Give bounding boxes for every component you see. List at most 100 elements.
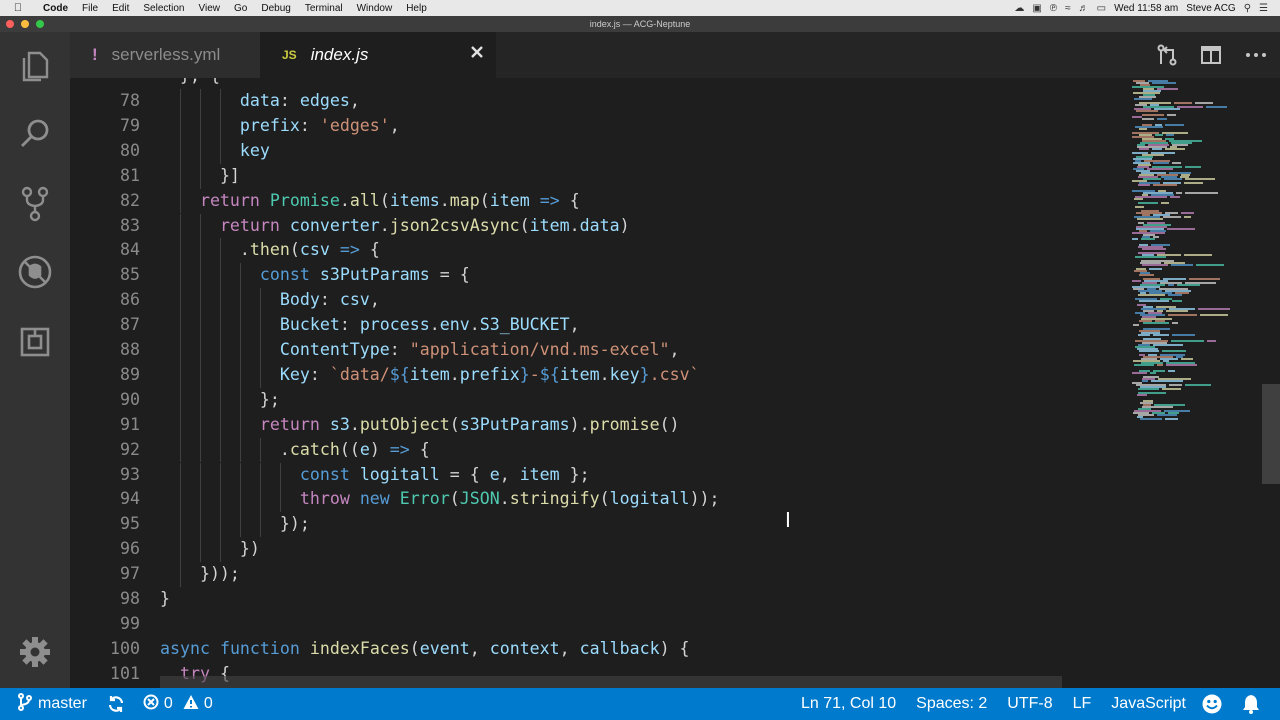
creative-cloud-icon[interactable]: ☁: [1014, 3, 1024, 14]
indent-guide: [219, 412, 221, 438]
volume-icon[interactable]: ♬: [1079, 3, 1089, 14]
zoom-window-button[interactable]: [36, 20, 44, 28]
code-line[interactable]: }): [240, 537, 260, 562]
code-line[interactable]: ContentType: "application/vnd.ms-excel",: [280, 338, 680, 363]
end-of-line-status[interactable]: LF: [1073, 695, 1092, 713]
code-line[interactable]: }: [160, 587, 170, 612]
error-count: 0: [163, 695, 173, 712]
code-token: return: [219, 215, 290, 235]
indent-guide: [179, 89, 181, 114]
notification-center-icon[interactable]: ☰: [1259, 3, 1268, 14]
open-changes-icon[interactable]: [1156, 44, 1178, 71]
minimap-line: [1181, 358, 1193, 360]
menu-window[interactable]: Window: [350, 3, 400, 14]
screen-record-icon[interactable]: ▣: [1032, 3, 1041, 14]
code-token: .: [429, 315, 440, 335]
bluetooth-icon[interactable]: ℗: [1050, 3, 1057, 14]
code-token: Error: [399, 489, 450, 509]
minimize-window-button[interactable]: [21, 20, 29, 28]
minimap-line: [1172, 162, 1181, 164]
code-token: const: [299, 464, 360, 484]
encoding-status[interactable]: UTF-8: [1007, 695, 1052, 713]
code-token: ,: [569, 315, 580, 335]
menubar-clock[interactable]: Wed 11:58 am: [1114, 3, 1178, 14]
code-line[interactable]: };: [260, 388, 280, 413]
code-line[interactable]: return Promise.all(items.map(item => {: [200, 189, 580, 214]
indent-guide: [259, 487, 261, 513]
code-line[interactable]: }]: [220, 164, 240, 189]
indentation-status[interactable]: Spaces: 2: [916, 695, 987, 713]
source-control-icon[interactable]: [15, 184, 55, 224]
minimap-line: [1170, 196, 1180, 198]
files-icon[interactable]: [15, 46, 55, 86]
menu-file[interactable]: File: [75, 3, 105, 14]
code-line[interactable]: throw new Error(JSON.stringify(logitall)…: [300, 487, 720, 512]
debug-icon[interactable]: [15, 252, 55, 292]
code-line[interactable]: Body: csv,: [280, 288, 380, 313]
vertical-scrollbar[interactable]: [1260, 78, 1280, 688]
language-mode-status[interactable]: JavaScript: [1111, 695, 1186, 713]
menu-app-name[interactable]: Code: [36, 3, 75, 14]
minimap-line: [1157, 118, 1167, 120]
code-token: :: [339, 315, 360, 335]
code-line[interactable]: });: [280, 512, 310, 537]
cursor-position[interactable]: Ln 71, Col 10: [801, 695, 896, 713]
settings-gear-icon[interactable]: [15, 632, 55, 672]
code-line[interactable]: prefix: 'edges',: [240, 114, 400, 139]
minimap-line: [1164, 178, 1182, 180]
code-line[interactable]: const s3PutParams = {: [260, 263, 470, 288]
menu-view[interactable]: View: [192, 3, 228, 14]
indent-guide: [199, 238, 201, 264]
split-editor-icon[interactable]: [1200, 44, 1222, 71]
code-line[interactable]: return converter.json2csvAsync(item.data…: [220, 214, 630, 239]
menu-help[interactable]: Help: [399, 3, 434, 14]
code-token: json2csvAsync: [389, 215, 520, 235]
menu-debug[interactable]: Debug: [254, 3, 297, 14]
code-line[interactable]: async function indexFaces(event, context…: [160, 637, 690, 662]
code-line[interactable]: }));: [200, 562, 240, 587]
more-actions-icon[interactable]: [1245, 44, 1267, 71]
minimap-line: [1172, 322, 1178, 324]
tab-index-js[interactable]: JS index.js: [260, 32, 496, 78]
minimap[interactable]: [1130, 78, 1265, 688]
line-number: 95: [120, 514, 140, 534]
wifi-icon[interactable]: ≈: [1065, 3, 1071, 14]
minimap-line: [1139, 274, 1154, 276]
apple-menu-icon[interactable]: : [0, 2, 36, 14]
notifications-bell-icon[interactable]: [1242, 694, 1260, 714]
code-line[interactable]: .then(csv => {: [240, 238, 380, 263]
close-tab-icon[interactable]: [470, 44, 484, 64]
feedback-smiley-icon[interactable]: [1202, 694, 1222, 714]
tab-label: serverless.yml: [111, 45, 221, 64]
menu-selection[interactable]: Selection: [136, 3, 191, 14]
menu-terminal[interactable]: Terminal: [298, 3, 350, 14]
search-icon[interactable]: [15, 114, 55, 154]
minimap-line: [1168, 370, 1175, 372]
vertical-scrollbar-thumb[interactable]: [1262, 384, 1280, 484]
code-line[interactable]: Bucket: process.env.S3_BUCKET,: [280, 313, 580, 338]
tab-serverless-yml[interactable]: ! serverless.yml: [70, 32, 260, 78]
battery-icon[interactable]: ▭: [1097, 3, 1106, 14]
close-window-button[interactable]: [6, 20, 14, 28]
minimap-line: [1168, 294, 1182, 296]
code-line[interactable]: return s3.putObject(s3PutParams).promise…: [260, 413, 680, 438]
code-line[interactable]: data: edges,: [240, 89, 360, 114]
code-line[interactable]: const logitall = { e, item };: [300, 463, 590, 488]
code-line[interactable]: key: [240, 139, 270, 164]
code-line[interactable]: .catch((e) => {: [280, 438, 430, 463]
minimap-line: [1171, 264, 1193, 266]
code-token: :: [389, 340, 410, 359]
menu-edit[interactable]: Edit: [105, 3, 136, 14]
code-token: csv: [339, 290, 370, 310]
minimap-line: [1134, 198, 1143, 200]
extensions-icon[interactable]: [15, 322, 55, 362]
sync-icon[interactable]: [107, 695, 125, 713]
spotlight-search-icon[interactable]: ⚲: [1244, 3, 1251, 14]
menubar-user[interactable]: Steve ACG: [1186, 3, 1235, 14]
code-editor[interactable]: 78 79 80 81 82 83 84 85 86 87 88 89 90 91 92 93 94 95 96 97…: [70, 78, 1280, 688]
horizontal-scrollbar-thumb[interactable]: [160, 676, 1062, 688]
code-line[interactable]: Key: `data/${item.prefix}-${item.key}.cs…: [280, 363, 700, 388]
menu-go[interactable]: Go: [227, 3, 254, 14]
git-branch-status[interactable]: master: [18, 692, 87, 716]
problems-status[interactable]: 0 0: [143, 694, 213, 715]
